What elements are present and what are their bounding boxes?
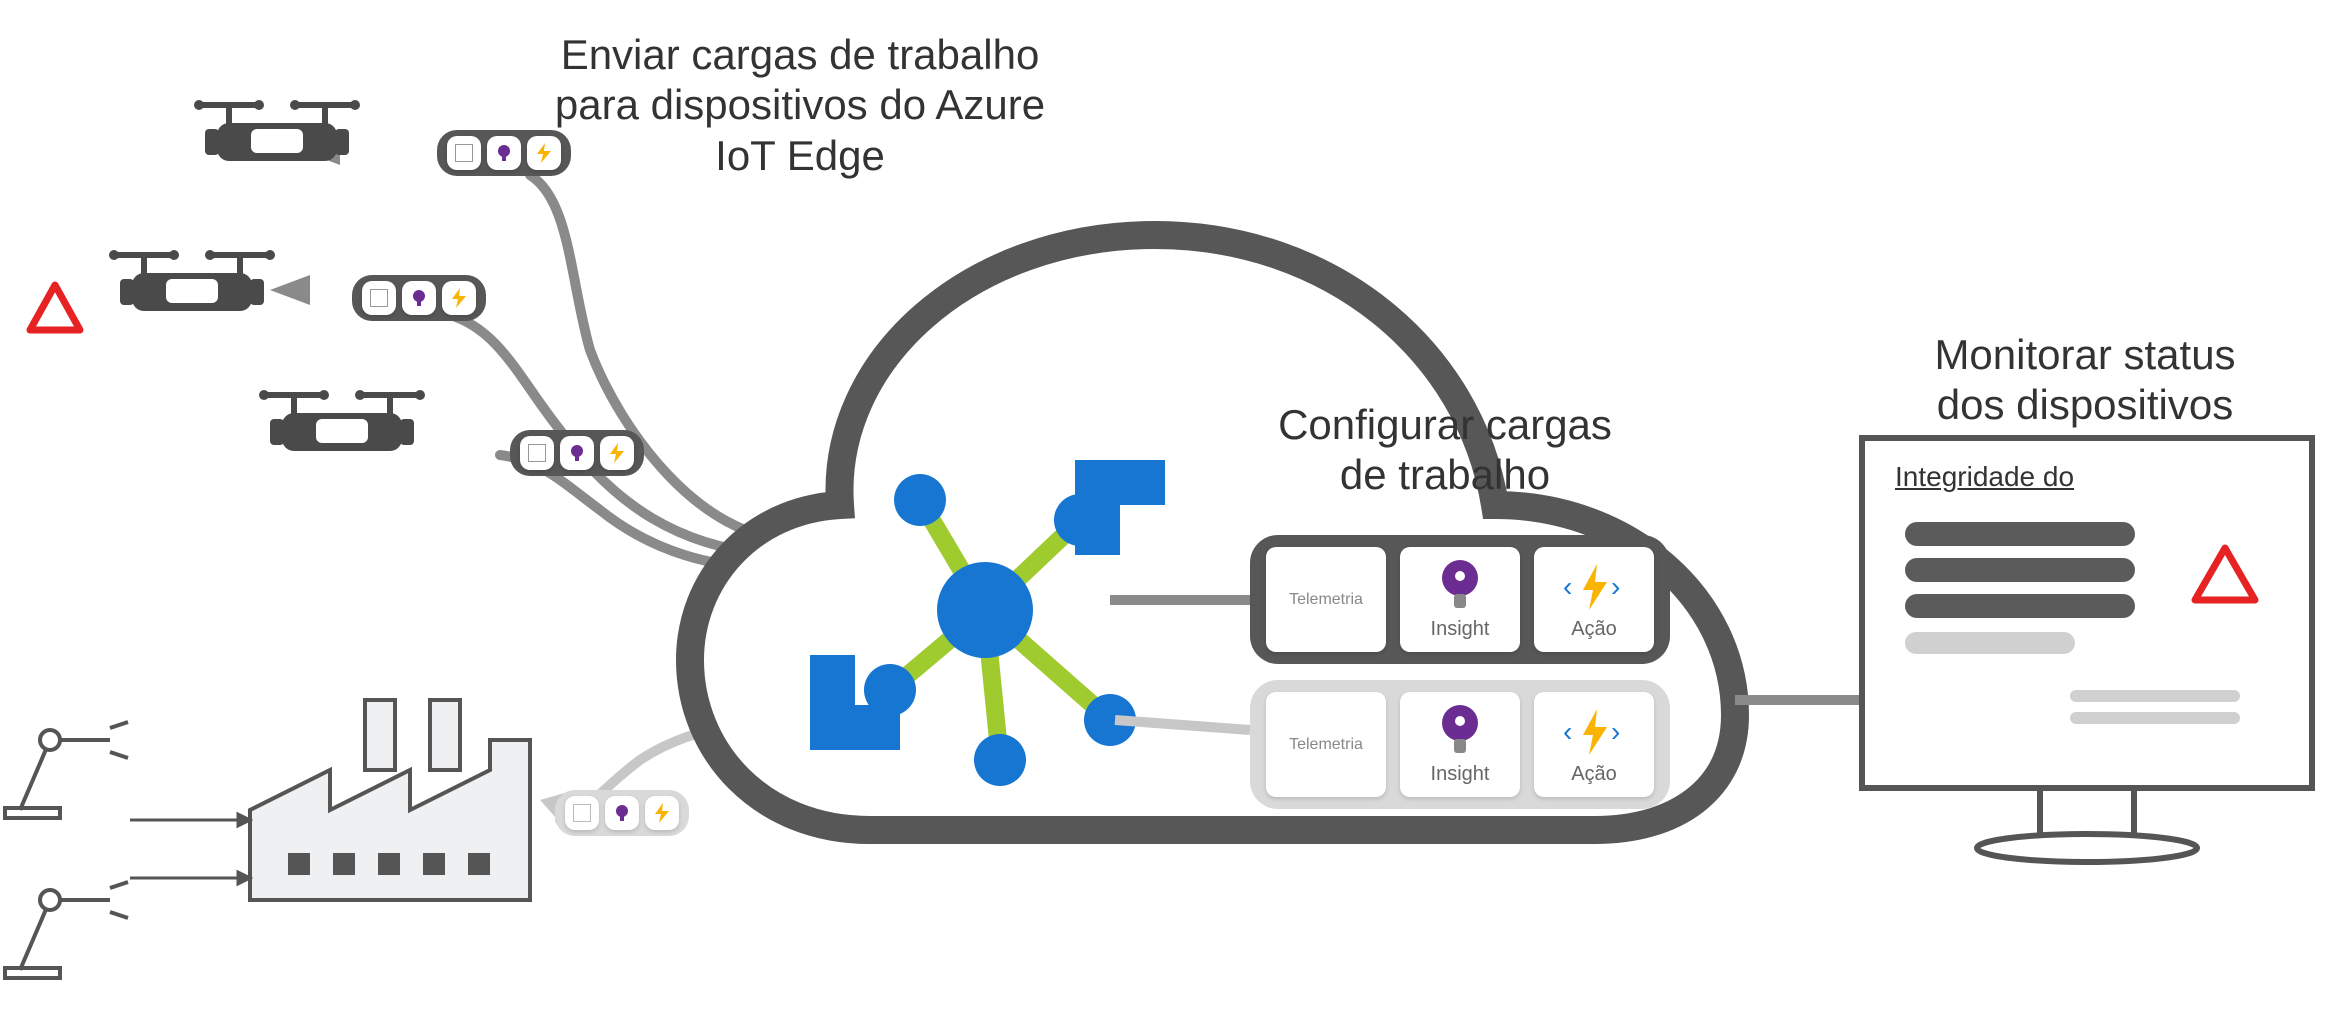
edge-modules-small	[510, 430, 644, 476]
action-icon: ‹ ›	[1559, 703, 1629, 759]
lightbulb-icon	[1437, 703, 1483, 759]
warning-icon	[2195, 548, 2255, 600]
workload-modules: Telemetria Insight ‹ › Ação	[1250, 680, 1670, 809]
edge-modules-small	[555, 790, 689, 836]
action-label: Ação	[1571, 618, 1617, 641]
connector-workload-lt	[1115, 720, 1250, 730]
insight-card: Insight	[1400, 547, 1520, 652]
action-icon: ‹ ›	[1559, 558, 1629, 614]
action-label: Ação	[1571, 763, 1617, 786]
action-module-icon	[600, 436, 634, 470]
diagram-canvas	[0, 0, 2347, 1018]
svg-text:›: ›	[1611, 716, 1620, 747]
warning-icon	[5, 295, 75, 355]
svg-text:›: ›	[1611, 571, 1620, 602]
insight-card: Insight	[1400, 692, 1520, 797]
drone-icon	[109, 250, 275, 311]
telemetry-label: Telemetria	[1289, 591, 1363, 609]
action-module-icon	[527, 136, 561, 170]
action-module-icon	[442, 281, 476, 315]
telemetry-card: Telemetria	[1266, 692, 1386, 797]
connector-group	[450, 175, 795, 570]
factory-input-lines	[130, 814, 250, 884]
telemetry-label: Telemetria	[1289, 736, 1363, 754]
lightbulb-icon	[1437, 558, 1483, 614]
monitor-icon	[1862, 438, 2312, 862]
robot-arm-icon	[5, 722, 128, 818]
telemetry-module-icon	[447, 136, 481, 170]
edge-modules-small	[437, 130, 571, 176]
action-module-icon	[645, 796, 679, 830]
insight-module-icon	[402, 281, 436, 315]
workload-modules: Telemetria Insight ‹ › Ação	[1250, 535, 1670, 664]
action-card: ‹ › Ação	[1534, 692, 1654, 797]
drone-icon	[194, 100, 360, 161]
iot-hub-graph-icon	[864, 474, 1136, 786]
iot-hub-brackets-icon	[810, 460, 1165, 750]
telemetry-card: Telemetria	[1266, 547, 1386, 652]
svg-text:‹: ‹	[1563, 571, 1572, 602]
factory-icon	[250, 700, 530, 900]
action-card: ‹ › Ação	[1534, 547, 1654, 652]
configure-workloads-label: Configurar cargas de trabalho	[1225, 400, 1665, 501]
warning-icon	[30, 285, 80, 330]
telemetry-module-icon	[565, 796, 599, 830]
send-workloads-label: Enviar cargas de trabalho para dispositi…	[500, 30, 1100, 181]
telemetry-module-icon	[362, 281, 396, 315]
insight-label: Insight	[1431, 618, 1490, 641]
insight-label: Insight	[1431, 763, 1490, 786]
insight-module-icon	[487, 136, 521, 170]
drone-icon	[259, 390, 425, 451]
edge-modules-small	[352, 275, 486, 321]
robot-arm-icon	[5, 882, 128, 978]
device-health-label: Integridade do	[1895, 460, 2155, 494]
telemetry-module-icon	[520, 436, 554, 470]
insight-module-icon	[605, 796, 639, 830]
insight-module-icon	[560, 436, 594, 470]
monitor-status-label: Monitorar status dos dispositivos	[1865, 330, 2305, 431]
svg-text:‹: ‹	[1563, 716, 1572, 747]
